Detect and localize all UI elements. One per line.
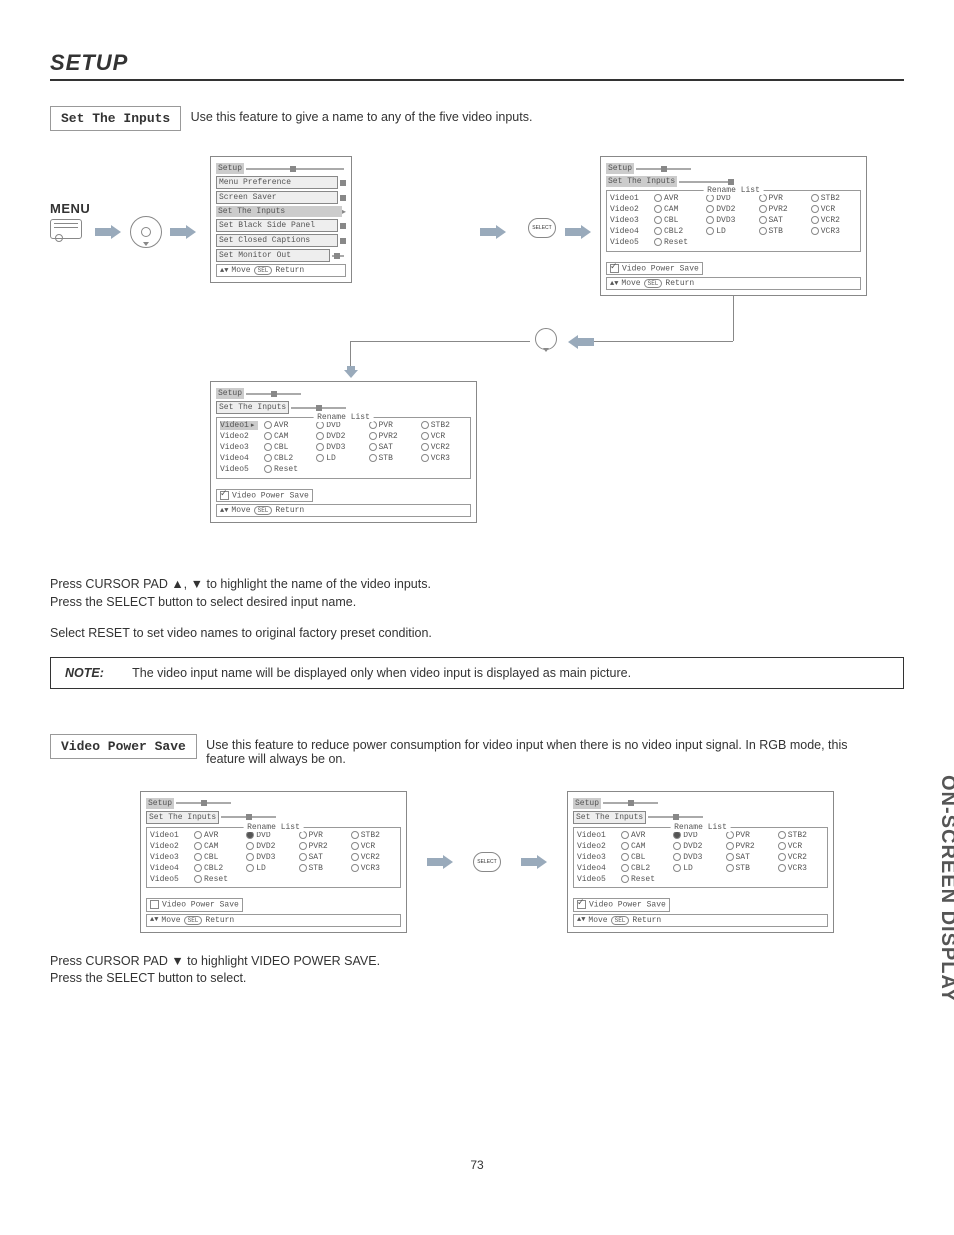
osd-footer: ▲▼Move SELReturn [606, 277, 861, 290]
rename-list-fieldset: Rename List Video1AVRDVDPVRSTB2 Video2CA… [606, 190, 861, 252]
osd-menu-item: Set Monitor Out [216, 249, 330, 262]
video-label: Video2 [220, 432, 258, 441]
remote-icons [50, 219, 82, 242]
osd-subtitle: Set The Inputs [606, 176, 677, 187]
video-label-selected: Video1 [220, 421, 249, 430]
page-title: SETUP [50, 50, 904, 81]
instruction-line: Press CURSOR PAD ▼ to highlight VIDEO PO… [50, 953, 904, 971]
instructions-set-inputs: Press CURSOR PAD ▲, ▼ to highlight the n… [50, 576, 904, 643]
rename-list-fieldset: Rename List Video1▸AVRDVDPVRSTB2 Video2C… [216, 417, 471, 479]
menu-label: MENU [50, 201, 90, 216]
video-label: Video1 [150, 831, 188, 840]
osd-menu-item-highlighted: Set The Inputs [216, 206, 342, 217]
connector-line [590, 341, 733, 342]
note-box: NOTE: The video input name will be displ… [50, 657, 904, 689]
fieldset-legend: Rename List [243, 823, 304, 832]
video-label: Video5 [220, 465, 258, 474]
cursor-pad-icon [130, 216, 162, 251]
video-label: Video5 [610, 238, 648, 247]
section-set-inputs-header: Set The Inputs Use this feature to give … [50, 106, 904, 131]
arrow-right-icon [521, 855, 547, 869]
select-button-icon: SELECT [528, 218, 556, 238]
osd-title: Setup [573, 798, 601, 809]
osd-title: Setup [146, 798, 174, 809]
osd-menu-item: Screen Saver [216, 191, 338, 204]
osd-footer: ▲▼Move SELReturn [146, 914, 401, 927]
osd-subtitle: Set The Inputs [573, 811, 646, 824]
osd-menu-item: Menu Preference [216, 176, 338, 189]
osd-subtitle: Set The Inputs [146, 811, 219, 824]
fieldset-legend: Rename List [313, 413, 374, 422]
select-button-icon: SELECT [473, 852, 501, 872]
osd-title: Setup [606, 163, 634, 174]
osd-footer: ▲▼Move SELReturn [216, 504, 471, 517]
video-power-save-row: Video Power Save [606, 262, 703, 276]
section-label-vps: Video Power Save [50, 734, 197, 759]
rename-list-fieldset: Rename List Video1AVRDVDPVRSTB2 Video2CA… [146, 827, 401, 889]
video-label: Video3 [150, 853, 188, 862]
osd-footer: ▲▼Move SELReturn [573, 914, 828, 927]
osd-vps-after: Setup Set The Inputs Rename List Video1A… [567, 791, 834, 933]
osd-footer: ▲▼Move SELReturn [216, 264, 346, 277]
video-label: Video4 [610, 227, 648, 236]
section-vps-header: Video Power Save Use this feature to red… [50, 734, 904, 766]
fieldset-legend: Rename List [703, 186, 764, 195]
video-label: Video1 [610, 194, 648, 203]
cursor-pad-icon [535, 328, 557, 353]
section-desc-vps: Use this feature to reduce power consump… [206, 734, 876, 766]
video-label: Video5 [150, 875, 188, 884]
flow-diagram-2: Setup Set The Inputs Rename List Video1A… [140, 791, 904, 933]
osd-set-inputs-a: Setup Set The Inputs Rename List Video1A… [600, 156, 867, 296]
instruction-line: Press the SELECT button to select. [50, 970, 904, 988]
video-power-save-row: Video Power Save [573, 898, 670, 912]
section-desc-set-inputs: Use this feature to give a name to any o… [191, 106, 533, 124]
video-label: Video2 [577, 842, 615, 851]
video-label: Video3 [577, 853, 615, 862]
osd-menu-item: Set Closed Captions [216, 234, 338, 247]
video-label: Video5 [577, 875, 615, 884]
arrow-right-icon [95, 225, 121, 239]
osd-set-inputs-b: Setup Set The Inputs Rename List Video1▸… [210, 381, 477, 523]
page-number: 73 [50, 1158, 904, 1172]
arrow-down-icon [344, 366, 358, 378]
note-label: NOTE: [65, 666, 104, 680]
arrow-left-icon [568, 335, 594, 349]
fieldset-legend: Rename List [670, 823, 731, 832]
arrow-right-icon [480, 225, 506, 239]
osd-subtitle: Set The Inputs [216, 401, 289, 414]
section-label-set-inputs: Set The Inputs [50, 106, 181, 131]
video-label: Video3 [610, 216, 648, 225]
side-tab: ON-SCREEN DISPLAY [936, 775, 954, 1002]
arrow-right-icon [565, 225, 591, 239]
instructions-vps: Press CURSOR PAD ▼ to highlight VIDEO PO… [50, 953, 904, 988]
connector-line [733, 296, 734, 341]
video-label: Video3 [220, 443, 258, 452]
video-power-save-row: Video Power Save [146, 898, 243, 912]
flow-diagram-1: MENU Setup Menu Preference Screen Saver … [50, 156, 904, 556]
video-power-save-row: Video Power Save [216, 489, 313, 503]
instruction-line: Press CURSOR PAD ▲, ▼ to highlight the n… [50, 576, 904, 594]
osd-vps-before: Setup Set The Inputs Rename List Video1A… [140, 791, 407, 933]
osd-menu-item: Set Black Side Panel [216, 219, 338, 232]
video-label: Video2 [610, 205, 648, 214]
video-label: Video4 [150, 864, 188, 873]
arrow-right-icon [170, 225, 196, 239]
video-label: Video2 [150, 842, 188, 851]
menu-button-icon [50, 219, 82, 239]
video-label: Video4 [220, 454, 258, 463]
osd-title: Setup [216, 388, 244, 399]
osd-title: Setup [216, 163, 244, 174]
video-label: Video1 [577, 831, 615, 840]
note-text: The video input name will be displayed o… [132, 666, 631, 680]
osd-setup-menu: Setup Menu Preference Screen Saver Set T… [210, 156, 352, 283]
rename-list-fieldset: Rename List Video1AVRDVDPVRSTB2 Video2CA… [573, 827, 828, 889]
arrow-right-icon [427, 855, 453, 869]
video-label: Video4 [577, 864, 615, 873]
instruction-line: Press the SELECT button to select desire… [50, 594, 904, 612]
connector-line [350, 341, 530, 342]
instruction-line: Select RESET to set video names to origi… [50, 625, 904, 643]
